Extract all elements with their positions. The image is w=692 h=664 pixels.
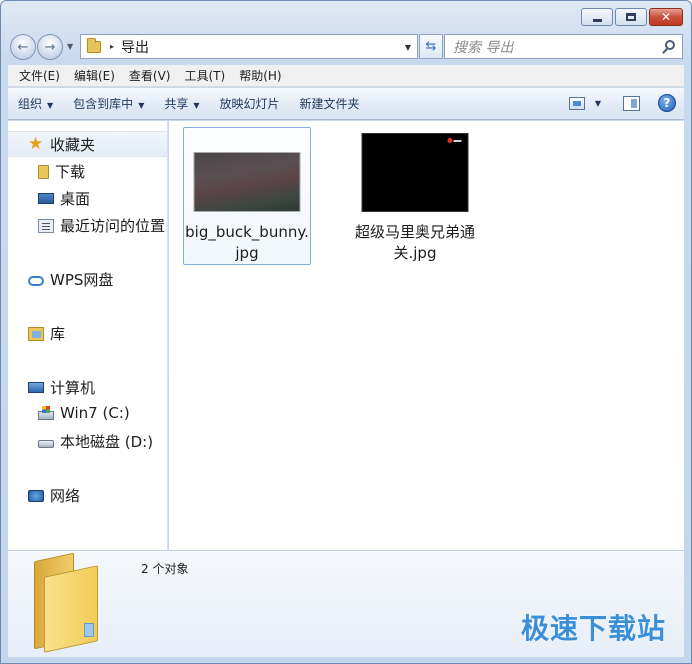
menu-file[interactable]: 文件(E)	[12, 67, 67, 84]
file-item-mario[interactable]: 超级马里奥兄弟通关.jpg	[351, 127, 479, 265]
breadcrumb-separator[interactable]: ▸	[110, 42, 114, 51]
file-name: 超级马里奥兄弟通关.jpg	[354, 223, 475, 262]
chevron-down-icon: ▼	[193, 101, 200, 110]
refresh-button[interactable]: ⇆	[419, 34, 443, 59]
minimize-icon	[592, 18, 602, 22]
view-controls: ▼ ?	[568, 94, 676, 112]
menu-tools[interactable]: 工具(T)	[177, 67, 232, 84]
computer-icon	[28, 382, 44, 393]
preview-pane-icon[interactable]	[623, 95, 640, 111]
breadcrumb-current[interactable]: 导出	[121, 37, 149, 57]
sidebar-item-drive-c[interactable]: Win7 (C:)	[38, 404, 130, 422]
sidebar-item-desktop[interactable]: 桌面	[38, 188, 90, 209]
file-name: big_buck_bunny.jpg	[185, 223, 309, 262]
sidebar-item-label: 收藏夹	[50, 135, 96, 154]
sidebar-item-libraries[interactable]: 库	[28, 323, 65, 344]
sidebar-item-label: Win7 (C:)	[60, 404, 130, 422]
menu-edit[interactable]: 编辑(E)	[67, 67, 122, 84]
desktop-icon	[38, 193, 54, 204]
search-icon[interactable]	[665, 40, 675, 50]
command-bar: 组织 ▼ 包含到库中 ▼ 共享 ▼ 放映幻灯片 新建文件夹 ▼ ?	[8, 88, 684, 120]
chevron-down-icon: ▼	[138, 101, 145, 110]
slideshow-button[interactable]: 放映幻灯片	[210, 95, 290, 112]
arrow-right-icon: →	[44, 39, 56, 55]
sidebar-item-label: 本地磁盘 (D:)	[60, 433, 154, 451]
sidebar-item-drive-d[interactable]: 本地磁盘 (D:)	[38, 431, 153, 452]
maximize-icon	[626, 13, 636, 21]
new-folder-button[interactable]: 新建文件夹	[290, 95, 370, 112]
navigation-pane: ★ 收藏夹 下载 桌面 最近访问的位置 WPS网盘 库 计算机 Win7 (C:…	[8, 121, 168, 550]
include-in-library-button[interactable]: 包含到库中 ▼	[63, 95, 154, 112]
windows-drive-icon	[38, 405, 54, 420]
sidebar-item-label: 库	[50, 325, 66, 343]
folder-icon	[87, 37, 101, 53]
close-button[interactable]: ✕	[649, 8, 683, 26]
item-count: 2 个对象	[141, 562, 189, 576]
sidebar-item-favorites[interactable]: ★ 收藏夹	[8, 131, 167, 157]
address-dropdown-icon[interactable]: ▼	[405, 43, 411, 52]
sidebar-item-label: 计算机	[50, 379, 96, 397]
share-button[interactable]: 共享 ▼	[154, 95, 209, 112]
sidebar-item-label: 网络	[50, 487, 81, 505]
recent-places-icon	[38, 218, 54, 233]
help-icon[interactable]: ?	[658, 94, 676, 112]
refresh-icon: ⇆	[425, 39, 437, 54]
folder-icon	[38, 164, 49, 179]
file-list: big_buck_bunny.jpg 超级马里奥兄弟通关.jpg	[169, 121, 684, 550]
sidebar-item-computer[interactable]: 计算机	[28, 377, 95, 398]
logo-icon	[447, 138, 462, 143]
arrow-left-icon: ←	[17, 39, 29, 55]
sidebar-item-downloads[interactable]: 下载	[38, 161, 85, 182]
recent-pages-dropdown[interactable]: ▼	[67, 42, 73, 51]
back-button[interactable]: ←	[10, 34, 36, 60]
search-box[interactable]: 搜索 导出	[444, 34, 683, 59]
organize-label: 组织	[18, 97, 43, 111]
menu-bar: 文件(E) 编辑(E) 查看(V) 工具(T) 帮助(H)	[8, 65, 684, 87]
folder-icon	[34, 552, 100, 653]
chevron-down-icon: ▼	[47, 101, 54, 110]
cloud-icon	[28, 275, 44, 286]
sidebar-item-label: WPS网盘	[50, 271, 114, 289]
sidebar-item-label: 最近访问的位置	[60, 217, 166, 235]
menu-help[interactable]: 帮助(H)	[232, 67, 288, 84]
details-pane: 2 个对象 极速下载站	[8, 550, 684, 657]
sidebar-item-label: 桌面	[60, 190, 91, 208]
change-view-icon[interactable]	[568, 96, 585, 110]
network-icon	[28, 489, 44, 502]
share-label: 共享	[164, 97, 189, 111]
include-in-library-label: 包含到库中	[73, 97, 134, 111]
explorer-window: ✕ ← → ▼ ▸ 导出 ▼ ⇆ 搜索 导出 文件(E) 编辑(E) 查看(V)…	[0, 0, 692, 664]
menu-view[interactable]: 查看(V)	[122, 67, 178, 84]
sidebar-item-wps-drive[interactable]: WPS网盘	[28, 269, 113, 290]
minimize-button[interactable]	[581, 8, 613, 26]
sidebar-item-label: 下载	[55, 163, 86, 181]
close-icon: ✕	[660, 10, 672, 24]
image-thumbnail	[193, 152, 301, 212]
view-options-dropdown[interactable]: ▼	[595, 99, 601, 108]
file-item-big-buck-bunny[interactable]: big_buck_bunny.jpg	[183, 127, 311, 265]
navigation-row: ← → ▼ ▸ 导出 ▼ ⇆ 搜索 导出	[10, 33, 683, 61]
sidebar-item-recent-places[interactable]: 最近访问的位置	[38, 215, 165, 236]
address-bar[interactable]: ▸ 导出 ▼	[80, 34, 418, 59]
maximize-button[interactable]	[615, 8, 647, 26]
organize-button[interactable]: 组织 ▼	[8, 95, 63, 112]
star-icon: ★	[28, 134, 44, 154]
search-input[interactable]: 搜索 导出	[453, 37, 513, 57]
image-thumbnail	[361, 133, 469, 212]
hard-drive-icon	[38, 439, 54, 448]
forward-button[interactable]: →	[37, 34, 63, 60]
watermark: 极速下载站	[520, 612, 666, 645]
sidebar-item-network[interactable]: 网络	[28, 485, 80, 506]
library-icon	[28, 326, 44, 341]
caption-buttons: ✕	[581, 8, 683, 26]
